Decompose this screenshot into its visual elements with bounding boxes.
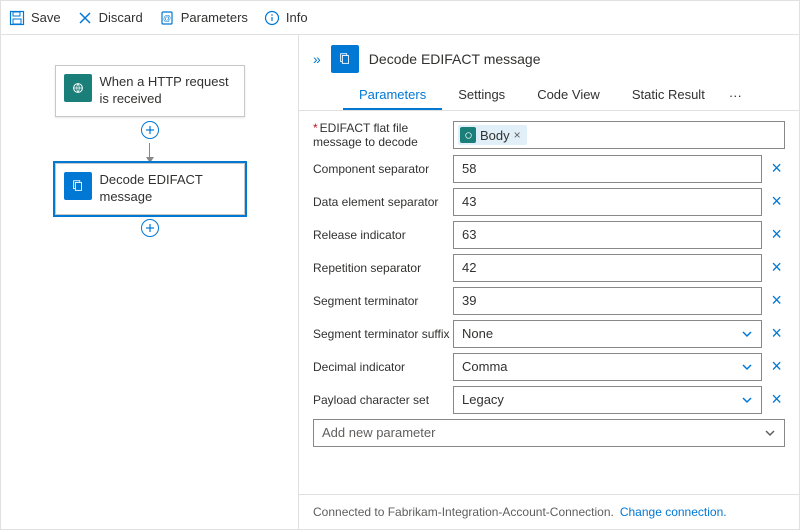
clear-segterm-icon[interactable]: ×	[768, 290, 785, 311]
segterm-label: Segment terminator	[313, 294, 453, 308]
charset-select[interactable]: Legacy	[453, 386, 762, 414]
http-body-icon	[460, 127, 476, 143]
info-icon	[264, 10, 280, 26]
flatfile-label: *EDIFACT flat file message to decode	[313, 121, 453, 150]
release-label: Release indicator	[313, 228, 453, 242]
clear-dataelem-icon[interactable]: ×	[768, 191, 785, 212]
body-token-label: Body	[480, 128, 510, 143]
chevron-down-icon	[741, 328, 753, 340]
clear-charset-icon[interactable]: ×	[768, 389, 785, 410]
http-trigger-icon	[64, 74, 92, 102]
discard-button[interactable]: Discard	[77, 10, 143, 26]
panel-title-icon	[331, 45, 359, 73]
repetition-label: Repetition separator	[313, 261, 453, 275]
save-label: Save	[31, 10, 61, 25]
add-step-button[interactable]	[141, 121, 159, 139]
discard-icon	[77, 10, 93, 26]
clear-release-icon[interactable]: ×	[768, 224, 785, 245]
connector-end	[141, 215, 159, 241]
tab-code-view[interactable]: Code View	[521, 81, 616, 110]
action-node-label: Decode EDIFACT message	[100, 172, 236, 206]
segterm-input[interactable]: 39	[453, 287, 762, 315]
clear-repetition-icon[interactable]: ×	[768, 257, 785, 278]
clear-component-icon[interactable]: ×	[768, 158, 785, 179]
component-label: Component separator	[313, 162, 453, 176]
svg-text:@: @	[163, 14, 171, 23]
designer-canvas[interactable]: When a HTTP request is received Decode E…	[1, 35, 299, 529]
chevron-down-icon	[741, 361, 753, 373]
chevron-down-icon	[764, 427, 776, 439]
save-icon	[9, 10, 25, 26]
release-input[interactable]: 63	[453, 221, 762, 249]
discard-label: Discard	[99, 10, 143, 25]
action-node-decode-edifact[interactable]: Decode EDIFACT message	[55, 163, 245, 215]
charset-label: Payload character set	[313, 393, 453, 407]
remove-token-icon[interactable]: ×	[514, 128, 521, 142]
dataelem-input[interactable]: 43	[453, 188, 762, 216]
tab-static-result[interactable]: Static Result	[616, 81, 721, 110]
change-connection-link[interactable]: Change connection.	[620, 505, 727, 519]
info-button[interactable]: Info	[264, 10, 308, 26]
tab-more[interactable]: ···	[721, 82, 750, 109]
clear-decimal-icon[interactable]: ×	[768, 356, 785, 377]
info-label: Info	[286, 10, 308, 25]
connection-status: Connected to Fabrikam-Integration-Accoun…	[313, 505, 614, 519]
panel-title: Decode EDIFACT message	[369, 51, 541, 67]
save-button[interactable]: Save	[9, 10, 61, 26]
repetition-input[interactable]: 42	[453, 254, 762, 282]
segsuffix-select[interactable]: None	[453, 320, 762, 348]
connector	[141, 117, 159, 163]
add-step-button-end[interactable]	[141, 219, 159, 237]
component-input[interactable]: 58	[453, 155, 762, 183]
flatfile-input[interactable]: Body ×	[453, 121, 785, 149]
trigger-node[interactable]: When a HTTP request is received	[55, 65, 245, 117]
trigger-node-label: When a HTTP request is received	[100, 74, 236, 108]
parameters-button[interactable]: @ Parameters	[159, 10, 248, 26]
decimal-label: Decimal indicator	[313, 360, 453, 374]
dataelem-label: Data element separator	[313, 195, 453, 209]
segsuffix-label: Segment terminator suffix	[313, 327, 453, 341]
add-parameter-select[interactable]: Add new parameter	[313, 419, 785, 447]
tab-settings[interactable]: Settings	[442, 81, 521, 110]
edifact-icon	[64, 172, 92, 200]
chevron-down-icon	[741, 394, 753, 406]
body-token[interactable]: Body ×	[458, 125, 527, 145]
decimal-select[interactable]: Comma	[453, 353, 762, 381]
collapse-panel-icon[interactable]: »	[313, 51, 321, 67]
clear-segsuffix-icon[interactable]: ×	[768, 323, 785, 344]
tab-parameters[interactable]: Parameters	[343, 81, 442, 110]
parameters-label: Parameters	[181, 10, 248, 25]
parameters-icon: @	[159, 10, 175, 26]
